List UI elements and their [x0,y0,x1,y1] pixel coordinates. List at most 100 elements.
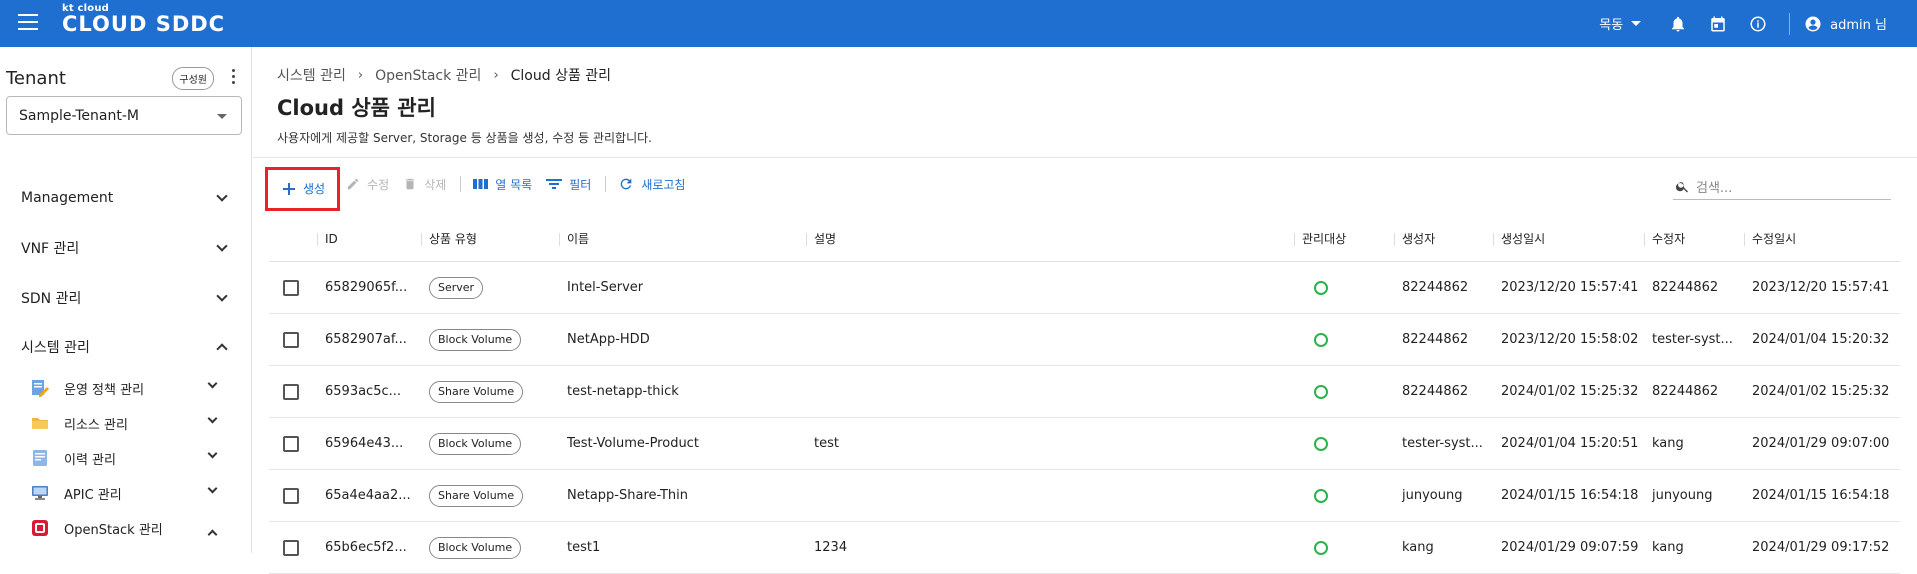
cell-created: 2024/01/02 15:25:32 [1501,384,1639,399]
create-highlight-box: 생성 [265,167,341,211]
row-checkbox[interactable] [283,488,299,504]
sub-item-apic[interactable]: APIC 관리 [30,482,221,504]
product-table: ID 상품 유형 이름 설명 관리대상 생성자 생성일시 수정자 수정일시 65… [269,216,1900,574]
refresh-icon [620,178,632,190]
row-checkbox[interactable] [283,332,299,348]
nav-item-management[interactable]: Management [21,187,229,209]
create-button[interactable]: 생성 [282,180,325,197]
delete-button[interactable]: 삭제 [403,176,446,193]
cell-managed [1294,366,1328,418]
column-header-description[interactable]: 설명 [806,216,836,262]
cell-created: 2024/01/15 16:54:18 [1501,488,1639,503]
table-row[interactable]: 6593ac5c... Share Volume test-netapp-thick… [269,366,1900,418]
chevron-up-icon [207,529,218,540]
column-header-managed[interactable]: 관리대상 [1294,216,1346,262]
cell-creator: junyoung [1402,488,1463,503]
table-body: 65829065f... Server Intel-Server 82244862 20… [269,262,1900,574]
table-row[interactable]: 65829065f... Server Intel-Server 82244862 20… [269,262,1900,314]
account-circle-icon [1805,16,1821,31]
user-menu[interactable]: admin 님 [1804,14,1887,33]
status-ok-circle-icon [1314,540,1328,555]
filter-button-label: 필터 [569,177,592,192]
cell-name: Netapp-Share-Thin [567,488,689,503]
filter-button[interactable]: 필터 [546,176,591,193]
history-log-icon [30,448,50,468]
hamburger-menu-icon[interactable] [18,14,38,32]
cell-type: Share Volume [421,366,524,418]
tenant-select[interactable]: Sample-Tenant-M [6,96,242,135]
cell-description [806,314,814,366]
column-header-name[interactable]: 이름 [559,216,589,262]
column-header-type[interactable]: 상품 유형 [421,216,477,262]
chevron-right-icon: › [357,67,364,83]
trash-icon [406,178,415,190]
column-header-modifier[interactable]: 수정자 [1644,216,1685,262]
region-selector[interactable]: 목동 [1599,14,1642,33]
member-chip[interactable]: 구성원 [172,67,214,90]
column-header-creator[interactable]: 생성자 [1394,216,1435,262]
product-type-chip: Server [429,276,484,299]
table-header: ID 상품 유형 이름 설명 관리대상 생성자 생성일시 수정자 수정일시 [269,216,1900,262]
calendar-icon[interactable] [1709,15,1727,33]
cell-name: Test-Volume-Product [567,436,699,451]
edit-button-label: 수정 [367,177,390,192]
cell-created: 2023/12/20 15:58:02 [1501,332,1639,347]
row-checkbox[interactable] [283,384,299,400]
nav-item-vnf[interactable]: VNF 관리 [21,237,229,259]
table-row[interactable]: 6582907af... Block Volume NetApp-HDD 822448… [269,314,1900,366]
cell-modified: 2024/01/15 16:54:18 [1752,488,1890,503]
column-header-id[interactable]: ID [317,216,338,262]
delete-button-label: 삭제 [424,177,447,192]
cell-description [806,262,814,314]
search-field[interactable]: 검색... [1673,174,1891,200]
cell-modifier: junyoung [1652,488,1713,503]
info-icon[interactable] [1749,15,1767,33]
sub-item-policy[interactable]: 운영 정책 관리 [30,377,221,399]
columns-button-label: 열 목록 [495,177,533,192]
status-ok-circle-icon [1314,384,1328,399]
cell-modifier: kang [1652,436,1684,451]
row-checkbox[interactable] [283,540,299,556]
nav-item-label: Management [21,190,114,206]
columns-button[interactable]: 열 목록 [473,176,532,193]
nav-item-system[interactable]: 시스템 관리 [21,336,229,358]
sub-item-history[interactable]: 이력 관리 [30,447,221,469]
cell-description: 1234 [814,540,848,555]
breadcrumb-item-openstack[interactable]: OpenStack 관리 [375,65,481,85]
column-header-modified[interactable]: 수정일시 [1744,216,1796,262]
logo[interactable]: kt cloud CLOUD SDDC [62,3,225,36]
logo-brand-text: CLOUD SDDC [62,12,226,36]
caret-down-icon [1631,21,1642,26]
refresh-button[interactable]: 새로고침 [618,176,685,193]
table-row[interactable]: 65964e43... Block Volume Test-Volume-Produ… [269,418,1900,470]
cell-description [806,470,814,522]
toolbar: 생성 수정 삭제 열 목록 필터 새로고침 [265,167,699,211]
cell-modifier: 82244862 [1652,384,1719,399]
table-row[interactable]: 65b6ec5f2... Block Volume test1 1234 kang 202… [269,522,1900,574]
refresh-button-label: 새로고침 [641,177,686,192]
region-label: 목동 [1599,18,1624,33]
user-name: admin 님 [1830,18,1887,33]
cell-creator: 82244862 [1402,332,1469,347]
sub-item-openstack[interactable]: OpenStack 관리 [30,517,221,540]
caret-down-icon [217,114,227,119]
cell-id: 6582907af... [325,332,407,347]
chevron-down-icon [207,483,218,494]
nav-item-sdn[interactable]: SDN 관리 [21,287,229,309]
sub-item-resource[interactable]: 리소스 관리 [30,412,221,434]
bell-icon[interactable] [1669,15,1687,33]
row-checkbox[interactable] [283,280,299,296]
row-checkbox[interactable] [283,436,299,452]
status-ok-circle-icon [1314,332,1328,347]
sub-item-label: 리소스 관리 [64,417,128,433]
edit-button[interactable]: 수정 [346,176,389,193]
more-vertical-icon[interactable] [232,69,236,87]
cell-creator: 82244862 [1402,384,1469,399]
table-row[interactable]: 65a4e4aa2... Share Volume Netapp-Share-Thi… [269,470,1900,522]
column-header-created[interactable]: 생성일시 [1493,216,1545,262]
cell-id: 65829065f... [325,280,408,295]
chevron-right-icon: › [493,67,499,83]
chevron-down-icon [207,413,218,424]
cell-type: Block Volume [421,522,522,574]
breadcrumb-item-system[interactable]: 시스템 관리 [277,65,346,85]
